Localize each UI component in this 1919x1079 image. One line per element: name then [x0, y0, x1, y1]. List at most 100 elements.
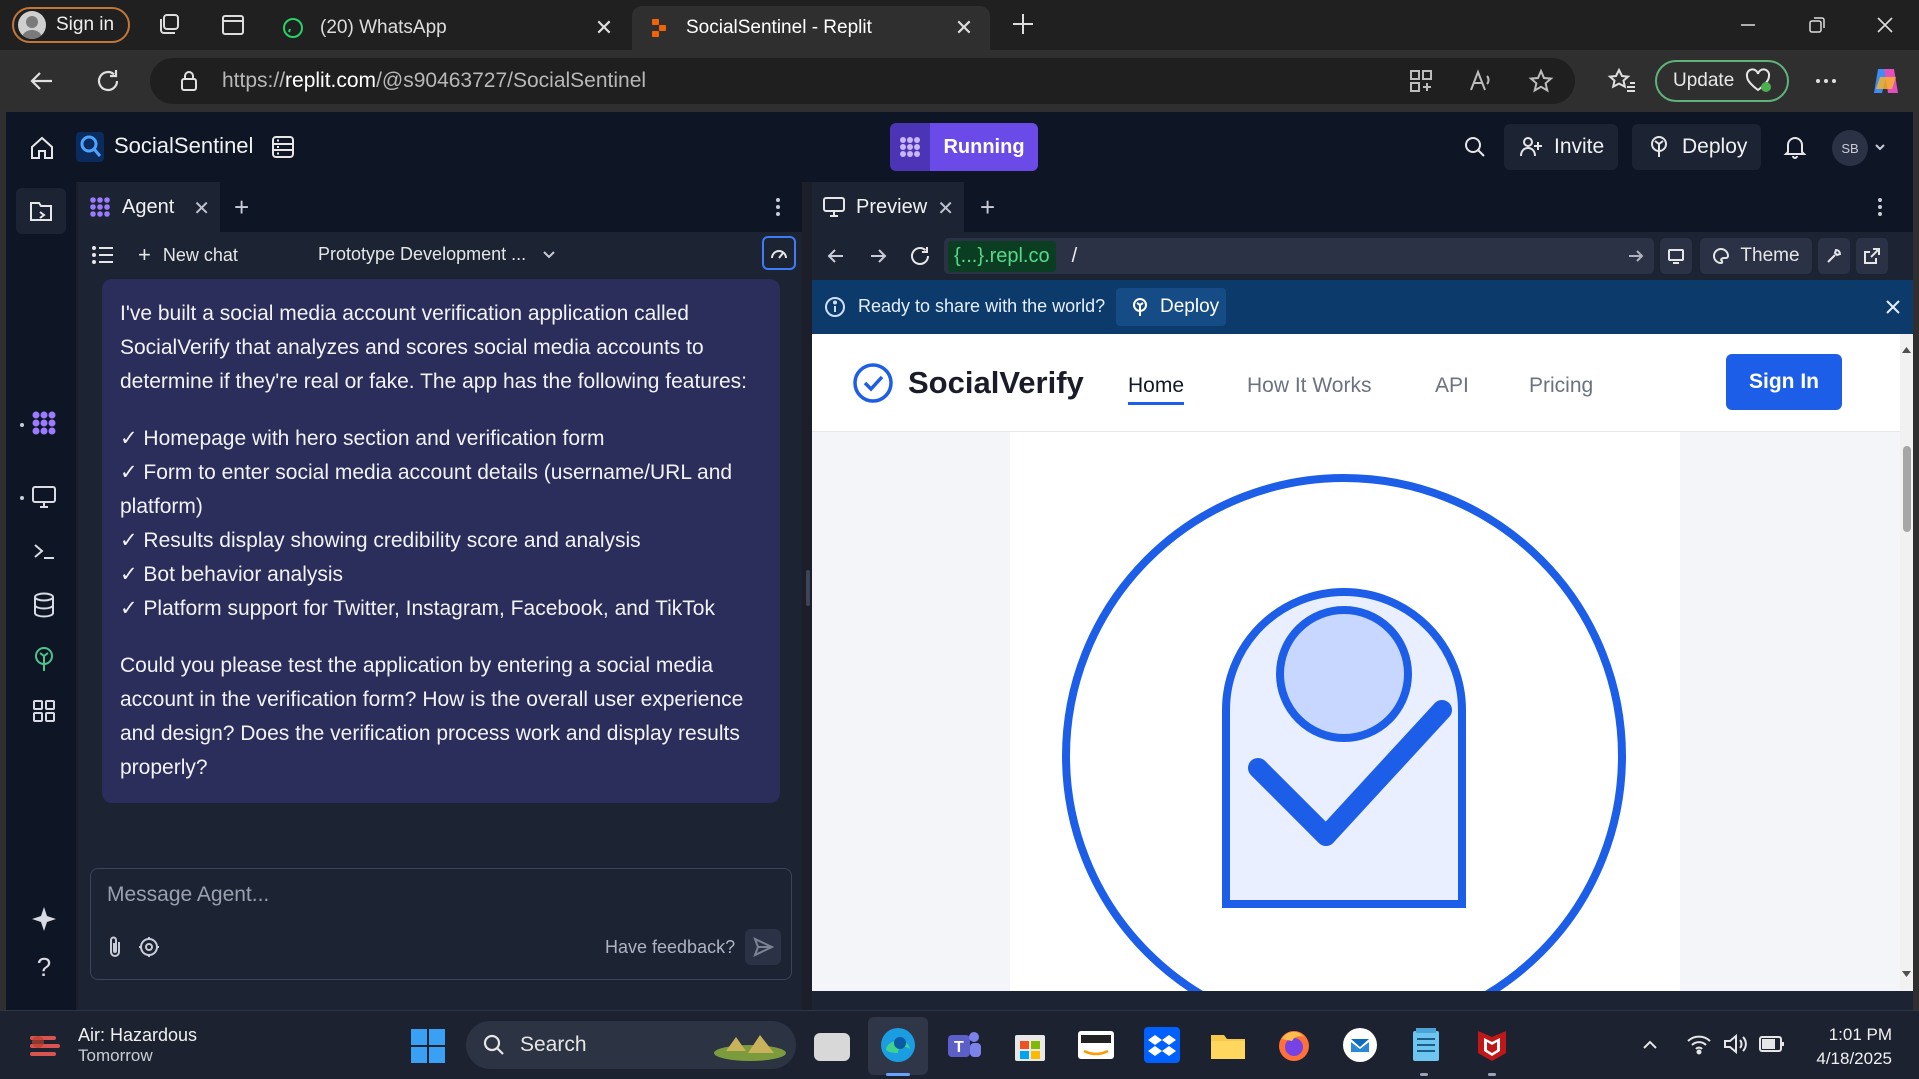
chevron-up-icon[interactable] — [1640, 1035, 1660, 1055]
system-clock[interactable]: 1:01 PM 4/18/2025 — [1800, 1023, 1892, 1071]
attach-paperclip-icon[interactable] — [105, 935, 125, 959]
scroll-down-icon[interactable] — [1901, 970, 1912, 978]
chevron-down-icon[interactable] — [1874, 142, 1886, 152]
dropbox-icon[interactable] — [1142, 1025, 1182, 1065]
webapp-nav-home[interactable]: Home — [1128, 374, 1185, 405]
message-input[interactable]: Message Agent... — [107, 883, 269, 907]
new-chat-button[interactable]: + New chat — [138, 242, 238, 268]
tab-preview[interactable]: Preview ✕ — [812, 182, 964, 232]
shell-icon[interactable] — [29, 536, 59, 566]
preview-monitor-icon[interactable] — [29, 482, 59, 512]
project-info-icon[interactable] — [270, 134, 296, 160]
microsoft-store-icon[interactable] — [1010, 1025, 1050, 1065]
webapp-nav-pricing[interactable]: Pricing — [1529, 374, 1593, 398]
close-tab-icon[interactable]: ✕ — [594, 17, 614, 39]
preview-back-icon[interactable] — [826, 246, 846, 266]
go-arrow-icon[interactable] — [1628, 249, 1644, 263]
share-deploy-button[interactable]: Deploy — [1116, 288, 1226, 326]
deployments-icon[interactable] — [29, 644, 59, 674]
edge-browser-icon[interactable] — [878, 1025, 918, 1065]
tab-whatsapp[interactable]: (20) WhatsApp ✕ — [266, 6, 630, 50]
user-avatar[interactable]: SB — [1832, 130, 1868, 166]
read-aloud-icon[interactable] — [1468, 68, 1494, 94]
update-button[interactable]: Update — [1655, 60, 1789, 102]
project-name[interactable]: SocialSentinel — [114, 133, 253, 159]
close-tab-icon[interactable]: ✕ — [954, 17, 974, 39]
windows-start-icon[interactable] — [410, 1028, 446, 1064]
close-tab-icon[interactable]: ✕ — [937, 196, 954, 221]
run-button[interactable]: Running — [890, 123, 1038, 171]
favorite-star-icon[interactable] — [1528, 68, 1554, 94]
tab-replit[interactable]: SocialSentinel - Replit ✕ — [632, 6, 990, 50]
thread-selector[interactable]: Prototype Development ... — [318, 244, 556, 265]
preview-refresh-icon[interactable] — [908, 244, 932, 268]
refresh-icon[interactable] — [92, 65, 124, 97]
workspaces-icon[interactable] — [156, 12, 182, 38]
amazon-icon[interactable] — [1076, 1025, 1116, 1065]
send-button[interactable] — [745, 929, 781, 965]
task-view-icon[interactable] — [814, 1033, 850, 1061]
search-icon[interactable] — [1462, 134, 1488, 160]
app-available-icon[interactable] — [1408, 68, 1434, 94]
deploy-button[interactable]: Deploy — [1632, 124, 1762, 170]
agent-icon[interactable] — [29, 408, 59, 438]
panel-resize-handle[interactable] — [806, 570, 810, 606]
close-tab-icon[interactable]: ✕ — [193, 196, 210, 221]
address-bar[interactable]: https://replit.com/@s90463727/SocialSent… — [150, 58, 1575, 104]
preview-forward-icon[interactable] — [868, 246, 888, 266]
tab-agent[interactable]: Agent ✕ — [78, 182, 220, 232]
vertical-tabs-icon[interactable] — [220, 12, 246, 38]
minimize-icon[interactable] — [1733, 10, 1763, 40]
webapp-signin-button[interactable]: Sign In — [1726, 354, 1842, 410]
devtools-button[interactable] — [1818, 238, 1850, 274]
feedback-link[interactable]: Have feedback? — [605, 937, 735, 958]
teams-icon[interactable]: T — [944, 1025, 984, 1065]
database-icon[interactable] — [29, 590, 59, 620]
all-tools-icon[interactable] — [29, 696, 59, 726]
preview-url-bar[interactable]: {...}.repl.co / — [944, 238, 1654, 274]
chat-history-icon[interactable] — [92, 245, 114, 265]
settings-gear-icon[interactable] — [137, 935, 161, 959]
back-icon[interactable] — [26, 65, 58, 97]
notepad-icon[interactable] — [1406, 1025, 1446, 1065]
weather-widget[interactable]: Air: Hazardous Tomorrow — [28, 1025, 197, 1066]
invite-button[interactable]: Invite — [1504, 124, 1619, 170]
battery-icon[interactable] — [1758, 1035, 1786, 1053]
device-toggle-button[interactable] — [1660, 238, 1692, 274]
new-tab-icon[interactable] — [1010, 11, 1036, 37]
new-tab-plus-icon[interactable]: + — [234, 192, 249, 223]
scrollbar-thumb[interactable] — [1903, 446, 1911, 532]
agent-speed-button[interactable] — [762, 236, 796, 270]
webapp-nav-how-it-works[interactable]: How It Works — [1247, 374, 1371, 398]
sparkle-icon[interactable] — [29, 904, 59, 934]
mcafee-icon[interactable] — [1472, 1025, 1512, 1065]
profile-signin-button[interactable]: Sign in — [12, 7, 130, 43]
volume-icon[interactable] — [1722, 1033, 1748, 1055]
taskbar-search[interactable]: Search — [466, 1021, 796, 1069]
open-new-tab-button[interactable] — [1856, 238, 1888, 274]
panel-menu-icon[interactable] — [774, 196, 782, 218]
more-options-icon[interactable] — [1810, 65, 1842, 97]
firefox-icon[interactable] — [1274, 1025, 1314, 1065]
help-icon[interactable]: ? — [29, 952, 59, 982]
theme-button[interactable]: Theme — [1700, 238, 1812, 274]
favorites-icon[interactable] — [1606, 65, 1638, 97]
message-composer[interactable]: Message Agent... Have feedback? — [90, 868, 792, 980]
close-window-icon[interactable] — [1870, 10, 1900, 40]
new-tab-plus-icon[interactable]: + — [980, 192, 995, 223]
scroll-up-icon[interactable] — [1901, 346, 1912, 354]
mail-app-icon[interactable] — [1340, 1025, 1380, 1065]
webapp-nav-api[interactable]: API — [1435, 374, 1469, 398]
lock-icon[interactable] — [178, 70, 200, 92]
copilot-icon[interactable] — [1870, 65, 1902, 97]
panel-menu-icon[interactable] — [1876, 196, 1884, 218]
webapp-scrollbar[interactable] — [1900, 334, 1913, 991]
close-banner-icon[interactable] — [1884, 298, 1902, 316]
restore-icon[interactable] — [1802, 10, 1832, 40]
wifi-icon[interactable] — [1686, 1033, 1712, 1055]
files-toggle-button[interactable] — [16, 188, 66, 234]
notifications-bell-icon[interactable] — [1782, 134, 1808, 160]
webapp-brand[interactable]: SocialVerify — [852, 362, 1084, 404]
file-explorer-icon[interactable] — [1208, 1025, 1248, 1065]
home-icon[interactable] — [28, 134, 56, 162]
